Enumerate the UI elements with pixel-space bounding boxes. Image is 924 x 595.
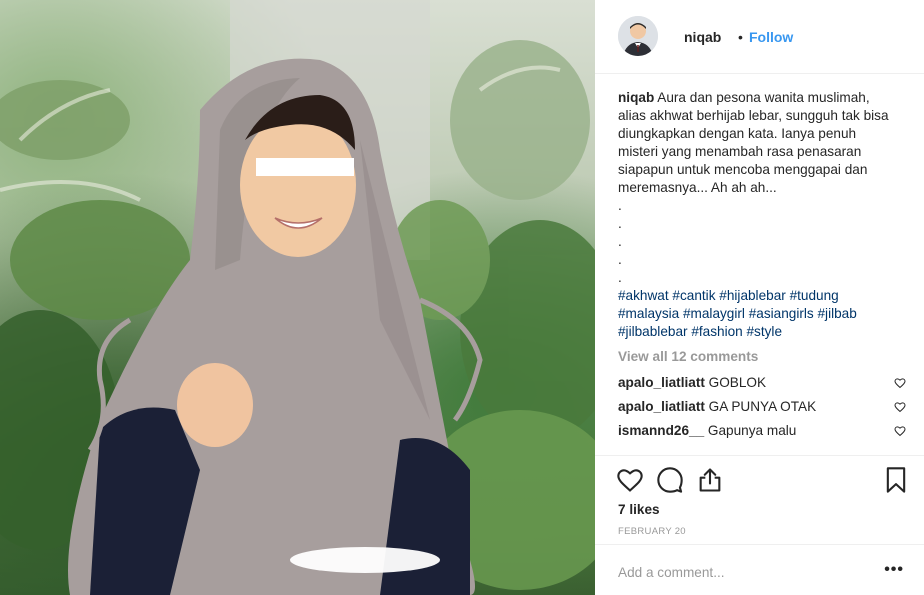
bookmark-icon[interactable] <box>882 466 910 494</box>
more-options-button[interactable]: ••• <box>884 561 904 579</box>
comment-username[interactable]: apalo_liatliatt <box>618 375 705 390</box>
comment-text: GOBLOK <box>708 375 767 390</box>
caption-line: siapapun untuk mencoba menggapai dan <box>618 162 868 177</box>
caption-line-1: niqab Aura dan pesona wanita muslimah, <box>618 89 908 107</box>
comment-row: ismannd26__ Gapunya malu <box>618 423 908 441</box>
hashtag-link[interactable]: #cantik <box>672 288 715 303</box>
hashtag-link[interactable]: #fashion <box>691 324 742 339</box>
hashtag-link[interactable]: #asiangirls <box>749 306 814 321</box>
add-comment-input[interactable]: Add a comment... <box>618 565 725 580</box>
heart-icon[interactable] <box>616 466 644 494</box>
follow-button[interactable]: Follow <box>749 29 793 45</box>
avatar-image <box>618 16 658 56</box>
likes-count[interactable]: 7 likes <box>618 502 660 517</box>
hashtag-link[interactable]: #malaysia <box>618 306 679 321</box>
caption-line: . <box>618 270 622 285</box>
caption-line: meremasnya... Ah ah ah... <box>618 180 777 195</box>
comment-icon[interactable] <box>656 466 684 494</box>
hashtag-link[interactable]: #akhwat <box>618 288 669 303</box>
hashtag-link[interactable]: #malaygirl <box>683 306 745 321</box>
share-icon[interactable] <box>696 466 724 494</box>
post-photo[interactable] <box>0 0 595 595</box>
add-comment-bar: Add a comment... ••• <box>595 544 924 595</box>
comment-text: Gapunya malu <box>707 423 797 438</box>
caption-line: . <box>618 252 622 267</box>
photo-illustration <box>0 0 595 595</box>
comment-username[interactable]: apalo_liatliatt <box>618 399 705 414</box>
hashtag-link[interactable]: #tudung <box>790 288 839 303</box>
caption-line: . <box>618 234 622 249</box>
hashtag-line: #jilbablebar #fashion #style <box>618 323 908 341</box>
username-link[interactable]: niqab <box>684 29 721 45</box>
hashtag-link[interactable]: #style <box>747 324 783 339</box>
hashtag-link[interactable]: #hijablebar <box>719 288 786 303</box>
heart-icon[interactable] <box>894 377 906 389</box>
heart-icon[interactable] <box>894 425 906 437</box>
caption-line: . <box>618 216 622 231</box>
post-date[interactable]: FEBRUARY 20 <box>618 526 686 537</box>
hashtag-line: #malaysia #malaygirl #asiangirls #jilbab <box>618 305 908 323</box>
comment-username[interactable]: ismannd26__ <box>618 423 704 438</box>
heart-icon[interactable] <box>894 401 906 413</box>
post-caption: niqab Aura dan pesona wanita muslimah, a… <box>618 89 908 341</box>
caption-line: alias akhwat berhijab lebar, sungguh tak… <box>618 108 889 123</box>
comment-row: apalo_liatliatt GOBLOK <box>618 375 908 393</box>
caption-line: diungkapkan dengan kata. Ianya penuh <box>618 126 857 141</box>
caption-text: Aura dan pesona wanita muslimah, <box>657 90 870 105</box>
caption-line: misteri yang menambah rasa penasaran <box>618 144 862 159</box>
caption-username[interactable]: niqab <box>618 90 654 105</box>
hashtag-link[interactable]: #jilbab <box>817 306 856 321</box>
post-header: niqab • Follow <box>595 0 924 74</box>
comment-text: GA PUNYA OTAK <box>708 399 817 414</box>
avatar[interactable] <box>618 16 658 56</box>
comment-row: apalo_liatliatt GA PUNYA OTAK <box>618 399 908 417</box>
separator-dot: • <box>738 29 743 45</box>
view-all-comments-link[interactable]: View all 12 comments <box>618 349 758 364</box>
caption-line: . <box>618 198 622 213</box>
hashtag-link[interactable]: #jilbablebar <box>618 324 688 339</box>
hashtag-line: #akhwat #cantik #hijablebar #tudung <box>618 287 908 305</box>
post-side-panel: niqab • Follow niqab Aura dan pesona wan… <box>595 0 924 595</box>
